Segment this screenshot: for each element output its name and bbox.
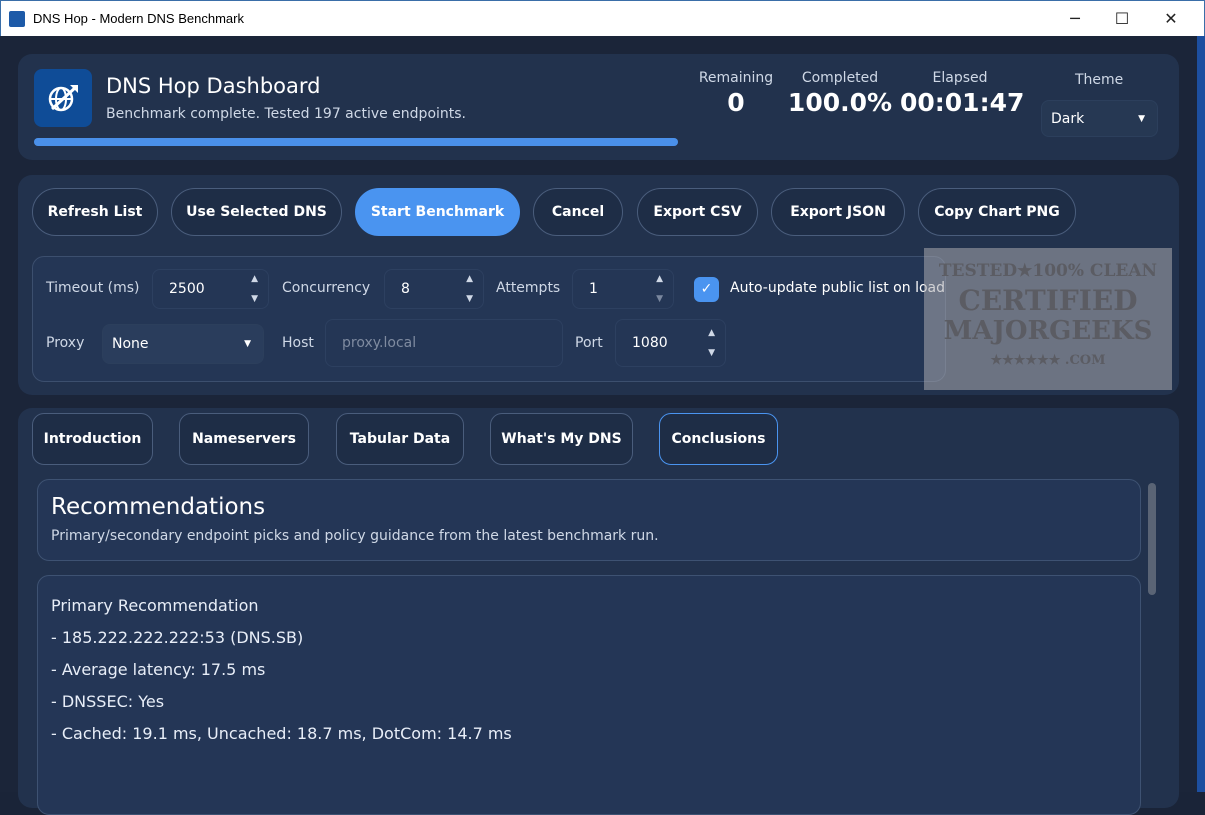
chevron-up-icon[interactable]: ▲ [251, 274, 258, 284]
page-title: DNS Hop Dashboard [106, 74, 321, 98]
auto-update-label: Auto-update public list on load [730, 280, 945, 296]
port-label: Port [575, 335, 603, 351]
host-input[interactable]: proxy.local [325, 319, 563, 367]
proxy-value: None [112, 336, 149, 352]
attempts-stepper[interactable]: 1 ▲ ▼ [572, 269, 674, 309]
start-benchmark-button[interactable]: Start Benchmark [355, 188, 520, 236]
theme-select[interactable]: Dark ▼ [1041, 100, 1158, 137]
tab-nameservers[interactable]: Nameservers [179, 413, 309, 465]
rec-line: - 185.222.222.222:53 (DNS.SB) [51, 628, 304, 647]
port-value: 1080 [632, 335, 668, 351]
majorgeeks-watermark: TESTED★100% CLEAN CERTIFIED MAJORGEEKS ★… [924, 248, 1172, 390]
tab-tabular-data[interactable]: Tabular Data [336, 413, 464, 465]
window-border [1197, 36, 1205, 792]
window-title: DNS Hop - Modern DNS Benchmark [33, 11, 244, 26]
stat-label: Elapsed [932, 70, 988, 86]
stat-remaining: Remaining 0 [690, 70, 782, 117]
refresh-list-button[interactable]: Refresh List [32, 188, 158, 236]
rec-line: - DNSSEC: Yes [51, 692, 165, 711]
use-selected-dns-button[interactable]: Use Selected DNS [171, 188, 342, 236]
timeout-value: 2500 [169, 281, 205, 297]
chevron-up-icon[interactable]: ▲ [708, 328, 715, 338]
stat-completed: Completed 100.0% [786, 70, 894, 117]
concurrency-label: Concurrency [282, 280, 371, 296]
proxy-select[interactable]: None ▼ [102, 324, 264, 364]
stat-value: 100.0% [787, 88, 893, 117]
stat-elapsed: Elapsed 00:01:47 [900, 70, 1025, 117]
concurrency-value: 8 [401, 281, 410, 297]
recommendations-subtitle: Primary/secondary endpoint picks and pol… [51, 528, 659, 544]
stat-value: 0 [727, 88, 745, 117]
stat-label: Completed [801, 70, 879, 86]
chevron-up-icon[interactable]: ▲ [656, 274, 663, 284]
chevron-down-icon[interactable]: ▼ [656, 294, 663, 304]
export-csv-button[interactable]: Export CSV [637, 188, 758, 236]
title-bar: DNS Hop - Modern DNS Benchmark ─ ☐ ✕ [0, 0, 1205, 36]
chevron-down-icon[interactable]: ▼ [708, 348, 715, 358]
maximize-button[interactable]: ☐ [1102, 7, 1142, 31]
chevron-down-icon[interactable]: ▼ [466, 294, 473, 304]
rec-line: Primary Recommendation [51, 596, 259, 615]
chevron-up-icon[interactable]: ▲ [466, 274, 473, 284]
port-stepper[interactable]: 1080 ▲ ▼ [615, 319, 726, 367]
chevron-down-icon[interactable]: ▼ [251, 294, 258, 304]
stat-label: Remaining [698, 70, 774, 86]
tab-conclusions[interactable]: Conclusions [659, 413, 778, 465]
dropdown-arrow-icon: ▼ [244, 339, 251, 349]
auto-update-checkbox[interactable]: ✓ [694, 277, 719, 302]
attempts-label: Attempts [496, 280, 561, 296]
scrollbar[interactable] [1148, 483, 1156, 595]
copy-chart-png-button[interactable]: Copy Chart PNG [918, 188, 1076, 236]
proxy-label: Proxy [46, 335, 85, 351]
status-text: Benchmark complete. Tested 197 active en… [106, 106, 467, 122]
stat-value: 00:01:47 [900, 88, 1025, 117]
cancel-button[interactable]: Cancel [533, 188, 623, 236]
rec-line: - Average latency: 17.5 ms [51, 660, 266, 679]
recommendations-body: Primary Recommendation - 185.222.222.222… [37, 575, 1141, 815]
tab-introduction[interactable]: Introduction [32, 413, 153, 465]
host-placeholder: proxy.local [342, 335, 417, 351]
theme-value: Dark [1051, 110, 1085, 127]
theme-label: Theme [1075, 72, 1124, 88]
dropdown-arrow-icon: ▼ [1138, 113, 1145, 124]
tab-whats-my-dns[interactable]: What's My DNS [490, 413, 633, 465]
export-json-button[interactable]: Export JSON [771, 188, 905, 236]
host-label: Host [282, 335, 314, 351]
app-icon [9, 11, 25, 27]
attempts-value: 1 [589, 281, 598, 297]
recommendations-header-card: Recommendations Primary/secondary endpoi… [37, 479, 1141, 561]
minimize-button[interactable]: ─ [1055, 7, 1095, 31]
progress-bar [34, 138, 678, 146]
recommendations-title: Recommendations [51, 494, 266, 520]
close-button[interactable]: ✕ [1151, 7, 1191, 31]
rec-line: - Cached: 19.1 ms, Uncached: 18.7 ms, Do… [51, 724, 512, 743]
timeout-stepper[interactable]: 2500 ▲ ▼ [152, 269, 269, 309]
globe-logo-icon [34, 69, 92, 127]
concurrency-stepper[interactable]: 8 ▲ ▼ [384, 269, 484, 309]
timeout-label: Timeout (ms) [46, 280, 140, 296]
